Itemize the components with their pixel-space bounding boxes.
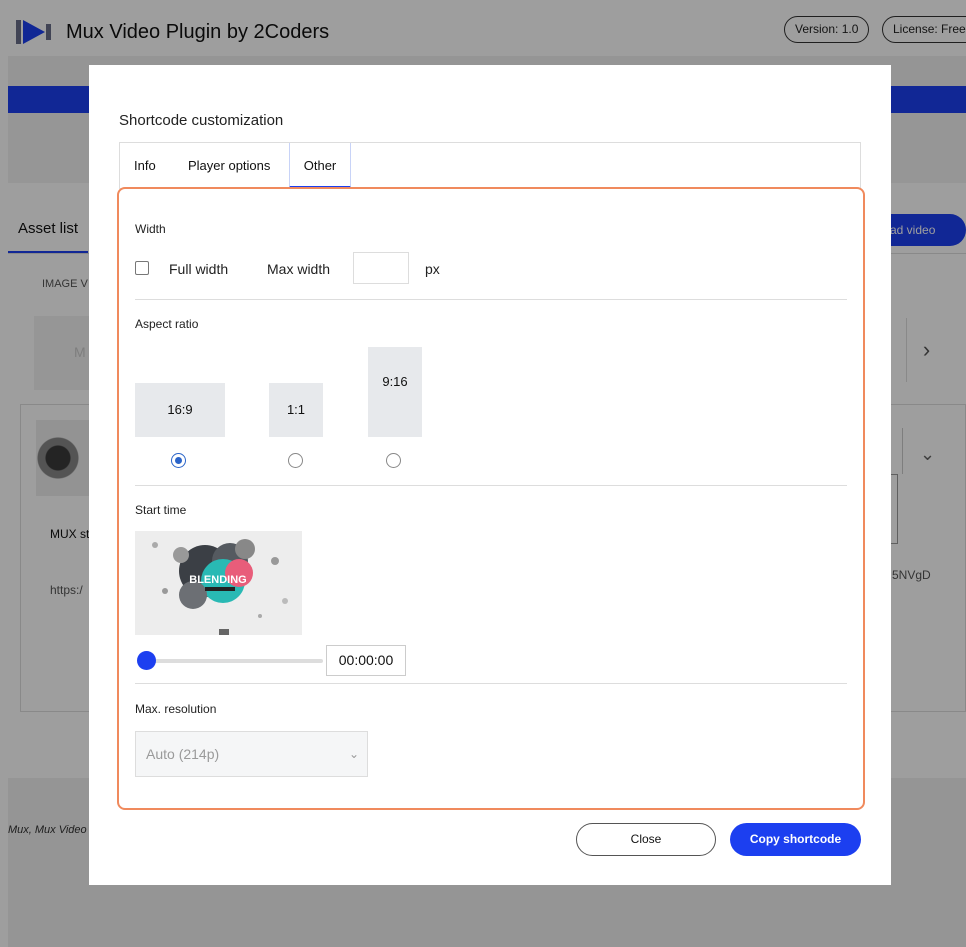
divider <box>135 299 847 300</box>
modal-title: Shortcode customization <box>119 112 284 129</box>
ratio-9-16-label: 9:16 <box>382 374 408 389</box>
max-resolution-label: Max. resolution <box>135 702 217 716</box>
max-resolution-select[interactable]: Auto (214p) ⌄ <box>135 731 368 777</box>
ratio-1-1-radio[interactable] <box>288 453 303 468</box>
start-time-input[interactable]: 00:00:00 <box>326 645 406 676</box>
divider <box>135 485 847 486</box>
full-width-checkbox[interactable] <box>135 261 149 275</box>
width-label: Width <box>135 222 166 236</box>
tab-player-options[interactable]: Player options <box>188 143 270 188</box>
full-width-label: Full width <box>169 261 229 277</box>
video-frame-text: BLENDING <box>189 574 246 586</box>
tab-info[interactable]: Info <box>134 143 156 188</box>
video-preview: BLENDING <box>135 531 302 635</box>
tab-other[interactable]: Other <box>289 143 351 188</box>
shortcode-modal: Shortcode customization Info Player opti… <box>89 65 891 885</box>
max-resolution-value: Auto (214p) <box>146 746 220 762</box>
modal-tabs: Info Player options Other <box>119 142 861 189</box>
start-time-label: Start time <box>135 503 187 517</box>
max-width-label: Max width <box>267 261 331 277</box>
copy-shortcode-button[interactable]: Copy shortcode <box>730 823 861 856</box>
ratio-1-1-preview[interactable]: 1:1 <box>269 383 323 437</box>
max-width-input[interactable] <box>353 252 409 284</box>
close-button[interactable]: Close <box>576 823 716 856</box>
divider <box>135 683 847 684</box>
ratio-16-9-preview[interactable]: 16:9 <box>135 383 225 437</box>
ratio-9-16-preview[interactable]: 9:16 <box>368 347 422 437</box>
other-options-panel: Width Full width Max width px Aspect rat… <box>117 187 865 810</box>
video-frame-image: BLENDING <box>135 531 302 635</box>
start-time-slider-track[interactable] <box>139 659 323 663</box>
chevron-down-icon: ⌄ <box>348 747 359 761</box>
start-time-slider-handle[interactable] <box>137 651 156 670</box>
ratio-16-9-radio[interactable] <box>171 453 186 468</box>
unit-label: px <box>425 261 440 277</box>
aspect-ratio-label: Aspect ratio <box>135 317 199 331</box>
ratio-9-16-radio[interactable] <box>386 453 401 468</box>
